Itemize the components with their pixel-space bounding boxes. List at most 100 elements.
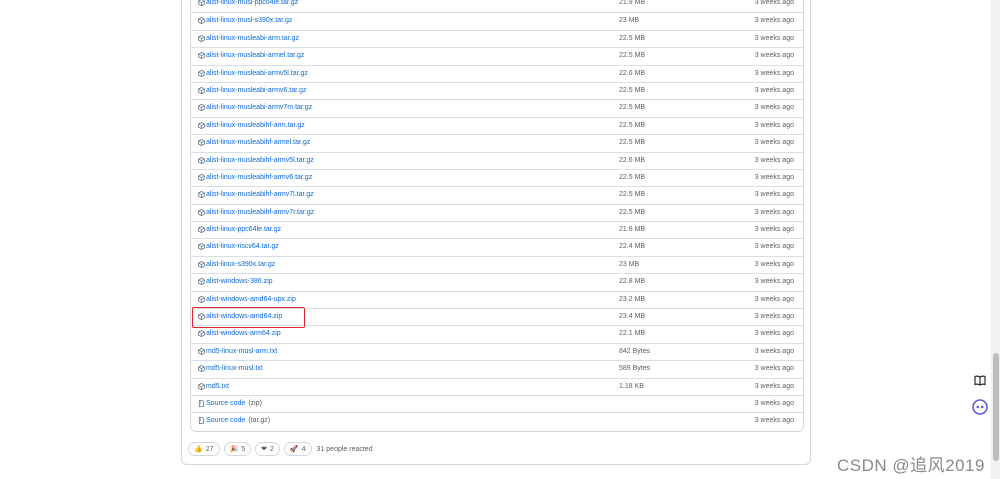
asset-time: 3 weeks ago: [754, 243, 794, 251]
asset-size: 22.6 MB: [619, 156, 646, 164]
package-icon: [198, 365, 205, 373]
asset-row: alist-linux-musleabihf-armv7r.tar.gz 22.5…: [191, 203, 803, 221]
asset-time: 3 weeks ago: [754, 295, 794, 303]
asset-row: md5.txt 1.18 KB 3 weeks ago: [191, 377, 803, 395]
asset-link[interactable]: alist-linux-musleabihf-armv7l.tar.gz: [206, 191, 314, 198]
package-icon: [198, 173, 205, 181]
asset-link[interactable]: Source code: [206, 417, 245, 424]
asset-name-cell: md5.txt: [198, 383, 229, 390]
asset-name-cell: alist-linux-musleabi-armv6.tar.gz: [198, 87, 306, 94]
asset-time: 3 weeks ago: [754, 0, 794, 6]
package-icon: [198, 278, 205, 286]
asset-row: alist-linux-s390x.tar.gz 23 MB 3 weeks ago: [191, 255, 803, 273]
asset-link[interactable]: md5-linux-musl.txt: [206, 365, 263, 372]
asset-row: Source code (zip) 3 weeks ago: [191, 394, 803, 412]
thumbs-up-icon: 👍: [194, 446, 203, 453]
package-icon: [198, 86, 205, 94]
asset-size: 22.8 MB: [619, 278, 646, 286]
asset-time: 3 weeks ago: [754, 34, 794, 42]
asset-link[interactable]: alist-windows-amd64-upx.zip: [206, 296, 296, 303]
asset-name-cell: alist-linux-musleabi-arm.tar.gz: [198, 35, 299, 42]
assets-list: alist-linux-musl-ppc64le.tar.gz 21.9 MB 3 …: [190, 0, 804, 432]
asset-time: 3 weeks ago: [754, 52, 794, 60]
asset-size: 22.5 MB: [619, 139, 646, 147]
asset-link[interactable]: Source code: [206, 400, 245, 407]
asset-link[interactable]: alist-windows-386.zip: [206, 278, 273, 285]
chat-bot-icon[interactable]: [969, 396, 991, 418]
asset-row: alist-linux-musleabi-armv6.tar.gz 22.5 MB…: [191, 81, 803, 99]
asset-name-cell: alist-windows-amd64-upx.zip: [198, 296, 296, 303]
reaction-count: 2: [270, 445, 274, 453]
asset-link[interactable]: alist-linux-s390x.tar.gz: [206, 261, 275, 268]
package-icon: [198, 104, 205, 112]
asset-link[interactable]: md5-linux-musl-arm.txt: [206, 348, 277, 355]
asset-size: 22.5 MB: [619, 191, 646, 199]
asset-row: alist-linux-musleabihf-armv7l.tar.gz 22.5…: [191, 186, 803, 203]
package-icon: [198, 0, 205, 6]
book-icon[interactable]: [969, 369, 991, 391]
asset-link[interactable]: alist-linux-musl-s390x.tar.gz: [206, 17, 292, 24]
asset-row: alist-linux-musleabi-armel.tar.gz 22.5 MB…: [191, 47, 803, 64]
asset-name-cell: alist-windows-386.zip: [198, 278, 273, 285]
package-icon: [198, 156, 205, 164]
package-icon: [198, 17, 205, 25]
package-icon: [198, 208, 205, 216]
asset-name-cell: md5-linux-musl.txt: [198, 365, 263, 372]
asset-time: 3 weeks ago: [754, 260, 794, 268]
asset-link[interactable]: alist-linux-musleabihf-armv7r.tar.gz: [206, 209, 314, 216]
asset-link[interactable]: alist-linux-musleabihf-armv5l.tar.gz: [206, 157, 314, 164]
asset-size: 22.5 MB: [619, 34, 646, 42]
asset-link[interactable]: alist-linux-musleabi-armel.tar.gz: [206, 52, 304, 59]
asset-name-cell: md5-linux-musl-arm.txt: [198, 348, 277, 355]
reactions-summary: 31 people reacted: [316, 445, 373, 453]
package-icon: [198, 191, 205, 199]
rocket-icon: 🚀: [289, 446, 299, 453]
asset-link[interactable]: alist-windows-amd64.zip: [206, 313, 282, 320]
asset-link[interactable]: alist-linux-musleabi-armv6.tar.gz: [206, 87, 306, 94]
asset-time: 3 weeks ago: [754, 226, 794, 234]
asset-row: alist-linux-musl-s390x.tar.gz 23 MB 3 week…: [191, 12, 803, 29]
asset-name-cell: alist-linux-musleabi-armv5l.tar.gz: [198, 70, 308, 77]
asset-link[interactable]: alist-linux-musleabi-armv7m.tar.gz: [206, 104, 312, 111]
package-icon: [198, 330, 205, 338]
asset-link[interactable]: alist-linux-ppc64le.tar.gz: [206, 226, 281, 233]
file-zip-icon: [198, 417, 205, 425]
asset-row: alist-linux-musleabihf-armv6.tar.gz 22.5 …: [191, 168, 803, 186]
package-icon: [198, 34, 205, 42]
asset-size: 22.5 MB: [619, 208, 646, 216]
asset-time: 3 weeks ago: [754, 417, 794, 425]
asset-row: alist-windows-amd64-upx.zip 23.2 MB 3 week…: [191, 290, 803, 308]
asset-link[interactable]: alist-windows-arm64.zip: [206, 330, 281, 337]
asset-link[interactable]: md5.txt: [206, 383, 229, 390]
asset-link[interactable]: alist-linux-musleabihf-arm.tar.gz: [206, 122, 305, 129]
asset-size: 23.2 MB: [619, 295, 646, 303]
package-icon: [198, 69, 205, 77]
asset-row: alist-linux-musleabihf-arm.tar.gz 22.5 MB…: [191, 116, 803, 134]
asset-time: 3 weeks ago: [754, 330, 794, 338]
reaction-button[interactable]: 👍 27: [188, 442, 220, 456]
reaction-button[interactable]: 🎉 5: [223, 442, 252, 456]
asset-link[interactable]: alist-linux-musleabi-arm.tar.gz: [206, 35, 299, 42]
scrollbar-thumb[interactable]: [993, 353, 999, 461]
package-icon: [198, 121, 205, 129]
asset-name-cell: alist-windows-arm64.zip: [198, 330, 281, 337]
file-zip-icon: [198, 400, 205, 407]
asset-name-cell: Source code (tar.gz): [198, 417, 270, 424]
asset-size: 22.5 MB: [619, 104, 646, 112]
asset-name-cell: alist-linux-riscv64.tar.gz: [198, 243, 279, 250]
asset-link[interactable]: alist-linux-musleabihf-armel.tar.gz: [206, 139, 310, 146]
asset-name-cell: alist-linux-ppc64le.tar.gz: [198, 226, 281, 233]
asset-link[interactable]: alist-linux-musleabi-armv5l.tar.gz: [206, 70, 308, 77]
reaction-count: 27: [205, 445, 214, 453]
asset-link[interactable]: alist-linux-riscv64.tar.gz: [206, 243, 279, 250]
asset-size: 589 Bytes: [619, 365, 651, 373]
watermark: CSDN @追风2019: [837, 456, 985, 475]
asset-name-cell: alist-linux-musleabi-armel.tar.gz: [198, 52, 304, 59]
asset-size: 1.18 KB: [619, 382, 644, 390]
asset-link[interactable]: alist-linux-musl-ppc64le.tar.gz: [206, 0, 298, 6]
asset-link[interactable]: alist-linux-musleabihf-armv6.tar.gz: [206, 174, 312, 181]
reaction-button[interactable]: 🚀 4: [283, 442, 312, 456]
asset-row: alist-linux-musleabi-arm.tar.gz 22.5 MB 3 …: [191, 29, 803, 47]
asset-time: 3 weeks ago: [754, 156, 794, 164]
reaction-button[interactable]: ❤ 2: [255, 442, 280, 456]
